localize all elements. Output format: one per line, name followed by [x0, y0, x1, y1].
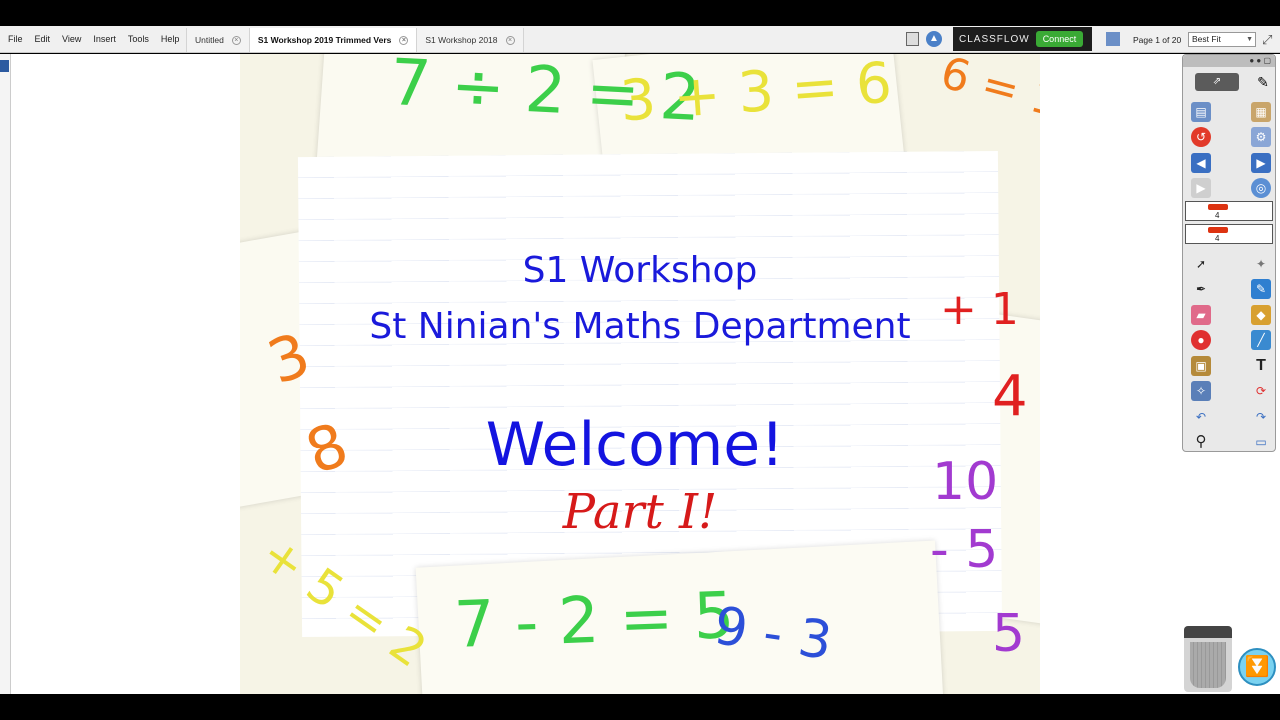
- insert-media-icon[interactable]: ▣: [1191, 355, 1211, 376]
- customize-icon[interactable]: ✎: [1253, 73, 1273, 91]
- select-arrow-icon[interactable]: ➚: [1191, 254, 1211, 274]
- collapse-toolbox-icon[interactable]: ⏬: [1238, 648, 1276, 686]
- share-icon[interactable]: ⇗: [1195, 73, 1239, 91]
- trash-icon: [1190, 642, 1226, 688]
- menu-help[interactable]: Help: [155, 26, 186, 53]
- rocket-icon[interactable]: ▲: [926, 31, 942, 47]
- slide-subtitle: St Ninian's Maths Department: [369, 306, 911, 347]
- menu-tools[interactable]: Tools: [122, 26, 155, 53]
- trash-lid: [1184, 626, 1232, 638]
- close-icon[interactable]: ×: [399, 35, 409, 45]
- tab-label: Untitled: [195, 35, 224, 45]
- menu-insert[interactable]: Insert: [87, 26, 122, 53]
- trash-can[interactable]: [1184, 626, 1232, 692]
- text-icon[interactable]: T: [1251, 356, 1271, 376]
- pen-width-label: 4: [1215, 211, 1220, 220]
- sum-text: 7 - 2 = 5: [452, 579, 736, 663]
- clear-icon[interactable]: ✧: [1191, 381, 1211, 402]
- shape-icon[interactable]: ●: [1191, 330, 1211, 351]
- pen-color-swatch: [1208, 227, 1228, 233]
- menu-view[interactable]: View: [56, 26, 87, 53]
- menu-file[interactable]: File: [2, 26, 29, 53]
- undo-icon[interactable]: ↶: [1191, 407, 1211, 427]
- page-sorter-icon[interactable]: [1106, 32, 1120, 46]
- close-icon[interactable]: ×: [231, 35, 241, 45]
- part-label: Part I!: [562, 484, 718, 540]
- welcome-heading: Welcome!: [485, 410, 785, 480]
- classflow-logo: CLASSFLOW: [959, 33, 1030, 45]
- classflow-bar: CLASSFLOW Connect: [953, 27, 1092, 51]
- zoom-icon[interactable]: ⚲: [1191, 432, 1211, 452]
- page-icon[interactable]: ▭: [1251, 432, 1271, 452]
- refresh-icon[interactable]: ⟳: [1251, 381, 1271, 401]
- sum-text: 5: [992, 604, 1026, 664]
- tab-label: S1 Workshop 2018: [425, 35, 498, 45]
- main-menu-icon[interactable]: ▤: [1191, 101, 1211, 122]
- screen-letterbox-top: [0, 0, 1280, 26]
- flipchart-page[interactable]: 7 ÷ 2 = 2 3 + 3 = 6 6 = 1 + 1 4 10 - 5 5…: [240, 54, 1040, 694]
- menu: File Edit View Insert Tools Help: [2, 26, 185, 53]
- pen-icon[interactable]: ✒: [1191, 279, 1211, 299]
- pen-width-label: 4: [1215, 234, 1220, 243]
- toolbox-header[interactable]: ● ● ▢: [1183, 55, 1275, 67]
- tab-label: S1 Workshop 2019 Trimmed Vers: [257, 35, 392, 45]
- play-icon[interactable]: ▶: [1191, 178, 1211, 199]
- document-icon[interactable]: [906, 32, 919, 46]
- connector-icon[interactable]: ╱: [1251, 330, 1271, 351]
- zoom-select[interactable]: Best Fit ▼: [1188, 32, 1256, 47]
- slide-title: S1 Workshop: [522, 250, 758, 291]
- tab-s1-workshop-2018[interactable]: S1 Workshop 2018 ×: [416, 28, 524, 52]
- screen-letterbox-bottom: [0, 694, 1280, 720]
- toolbox-controls-icon[interactable]: ● ● ▢: [1249, 56, 1271, 65]
- fill-icon[interactable]: ◆: [1251, 304, 1271, 325]
- connect-icon[interactable]: ⚙: [1251, 127, 1271, 148]
- document-tabs: Untitled × S1 Workshop 2019 Trimmed Vers…: [186, 28, 524, 52]
- highlighter-icon[interactable]: ✎: [1251, 279, 1271, 300]
- tab-s1-workshop-2019[interactable]: S1 Workshop 2019 Trimmed Vers ×: [248, 28, 417, 52]
- sum-text: 6 = 1: [935, 54, 1040, 128]
- next-page-icon[interactable]: ▶: [1251, 152, 1271, 173]
- previous-page-icon[interactable]: ◀: [1191, 152, 1211, 173]
- main-toolbox: ● ● ▢ ⇗ ✎ ▤ ▦ ↺ ⚙ ◀ ▶ ▶ ◎ ➚ ✦ ✒ ✎ ▰ ◆ ● ╱ ▣ T ✧ ⟳ …: [1182, 54, 1276, 452]
- zoom-value: Best Fit: [1192, 34, 1221, 44]
- connect-button[interactable]: Connect: [1035, 31, 1084, 47]
- redo-icon[interactable]: ↷: [1251, 407, 1271, 427]
- panel-tab[interactable]: [0, 60, 9, 72]
- magic-ink-icon[interactable]: ✦: [1251, 254, 1271, 274]
- tab-untitled[interactable]: Untitled ×: [186, 28, 249, 52]
- browsers-icon[interactable]: ▦: [1251, 101, 1271, 122]
- eraser-icon[interactable]: ▰: [1191, 304, 1211, 325]
- reset-pen-icon[interactable]: ↺: [1191, 127, 1211, 148]
- left-browser-panel[interactable]: [0, 54, 11, 694]
- page-indicator: Page 1 of 20: [1133, 35, 1182, 45]
- pen-preset-2[interactable]: 4: [1185, 224, 1273, 244]
- tool-grid: ▤ ▦ ↺ ⚙ ◀ ▶ ▶ ◎ ➚ ✦ ✒ ✎ ▰ ◆ ● ╱ ▣ T ✧ ⟳ ↶ ↷ ⚲ ▭: [1187, 99, 1273, 455]
- fullscreen-icon[interactable]: ⤢: [1262, 32, 1272, 48]
- globe-icon[interactable]: ◎: [1251, 178, 1271, 199]
- menu-edit[interactable]: Edit: [29, 26, 57, 53]
- pen-color-swatch: [1208, 204, 1228, 210]
- chevron-down-icon: ▼: [1246, 36, 1253, 43]
- close-icon[interactable]: ×: [505, 35, 515, 45]
- pen-preset-1[interactable]: 4: [1185, 201, 1273, 221]
